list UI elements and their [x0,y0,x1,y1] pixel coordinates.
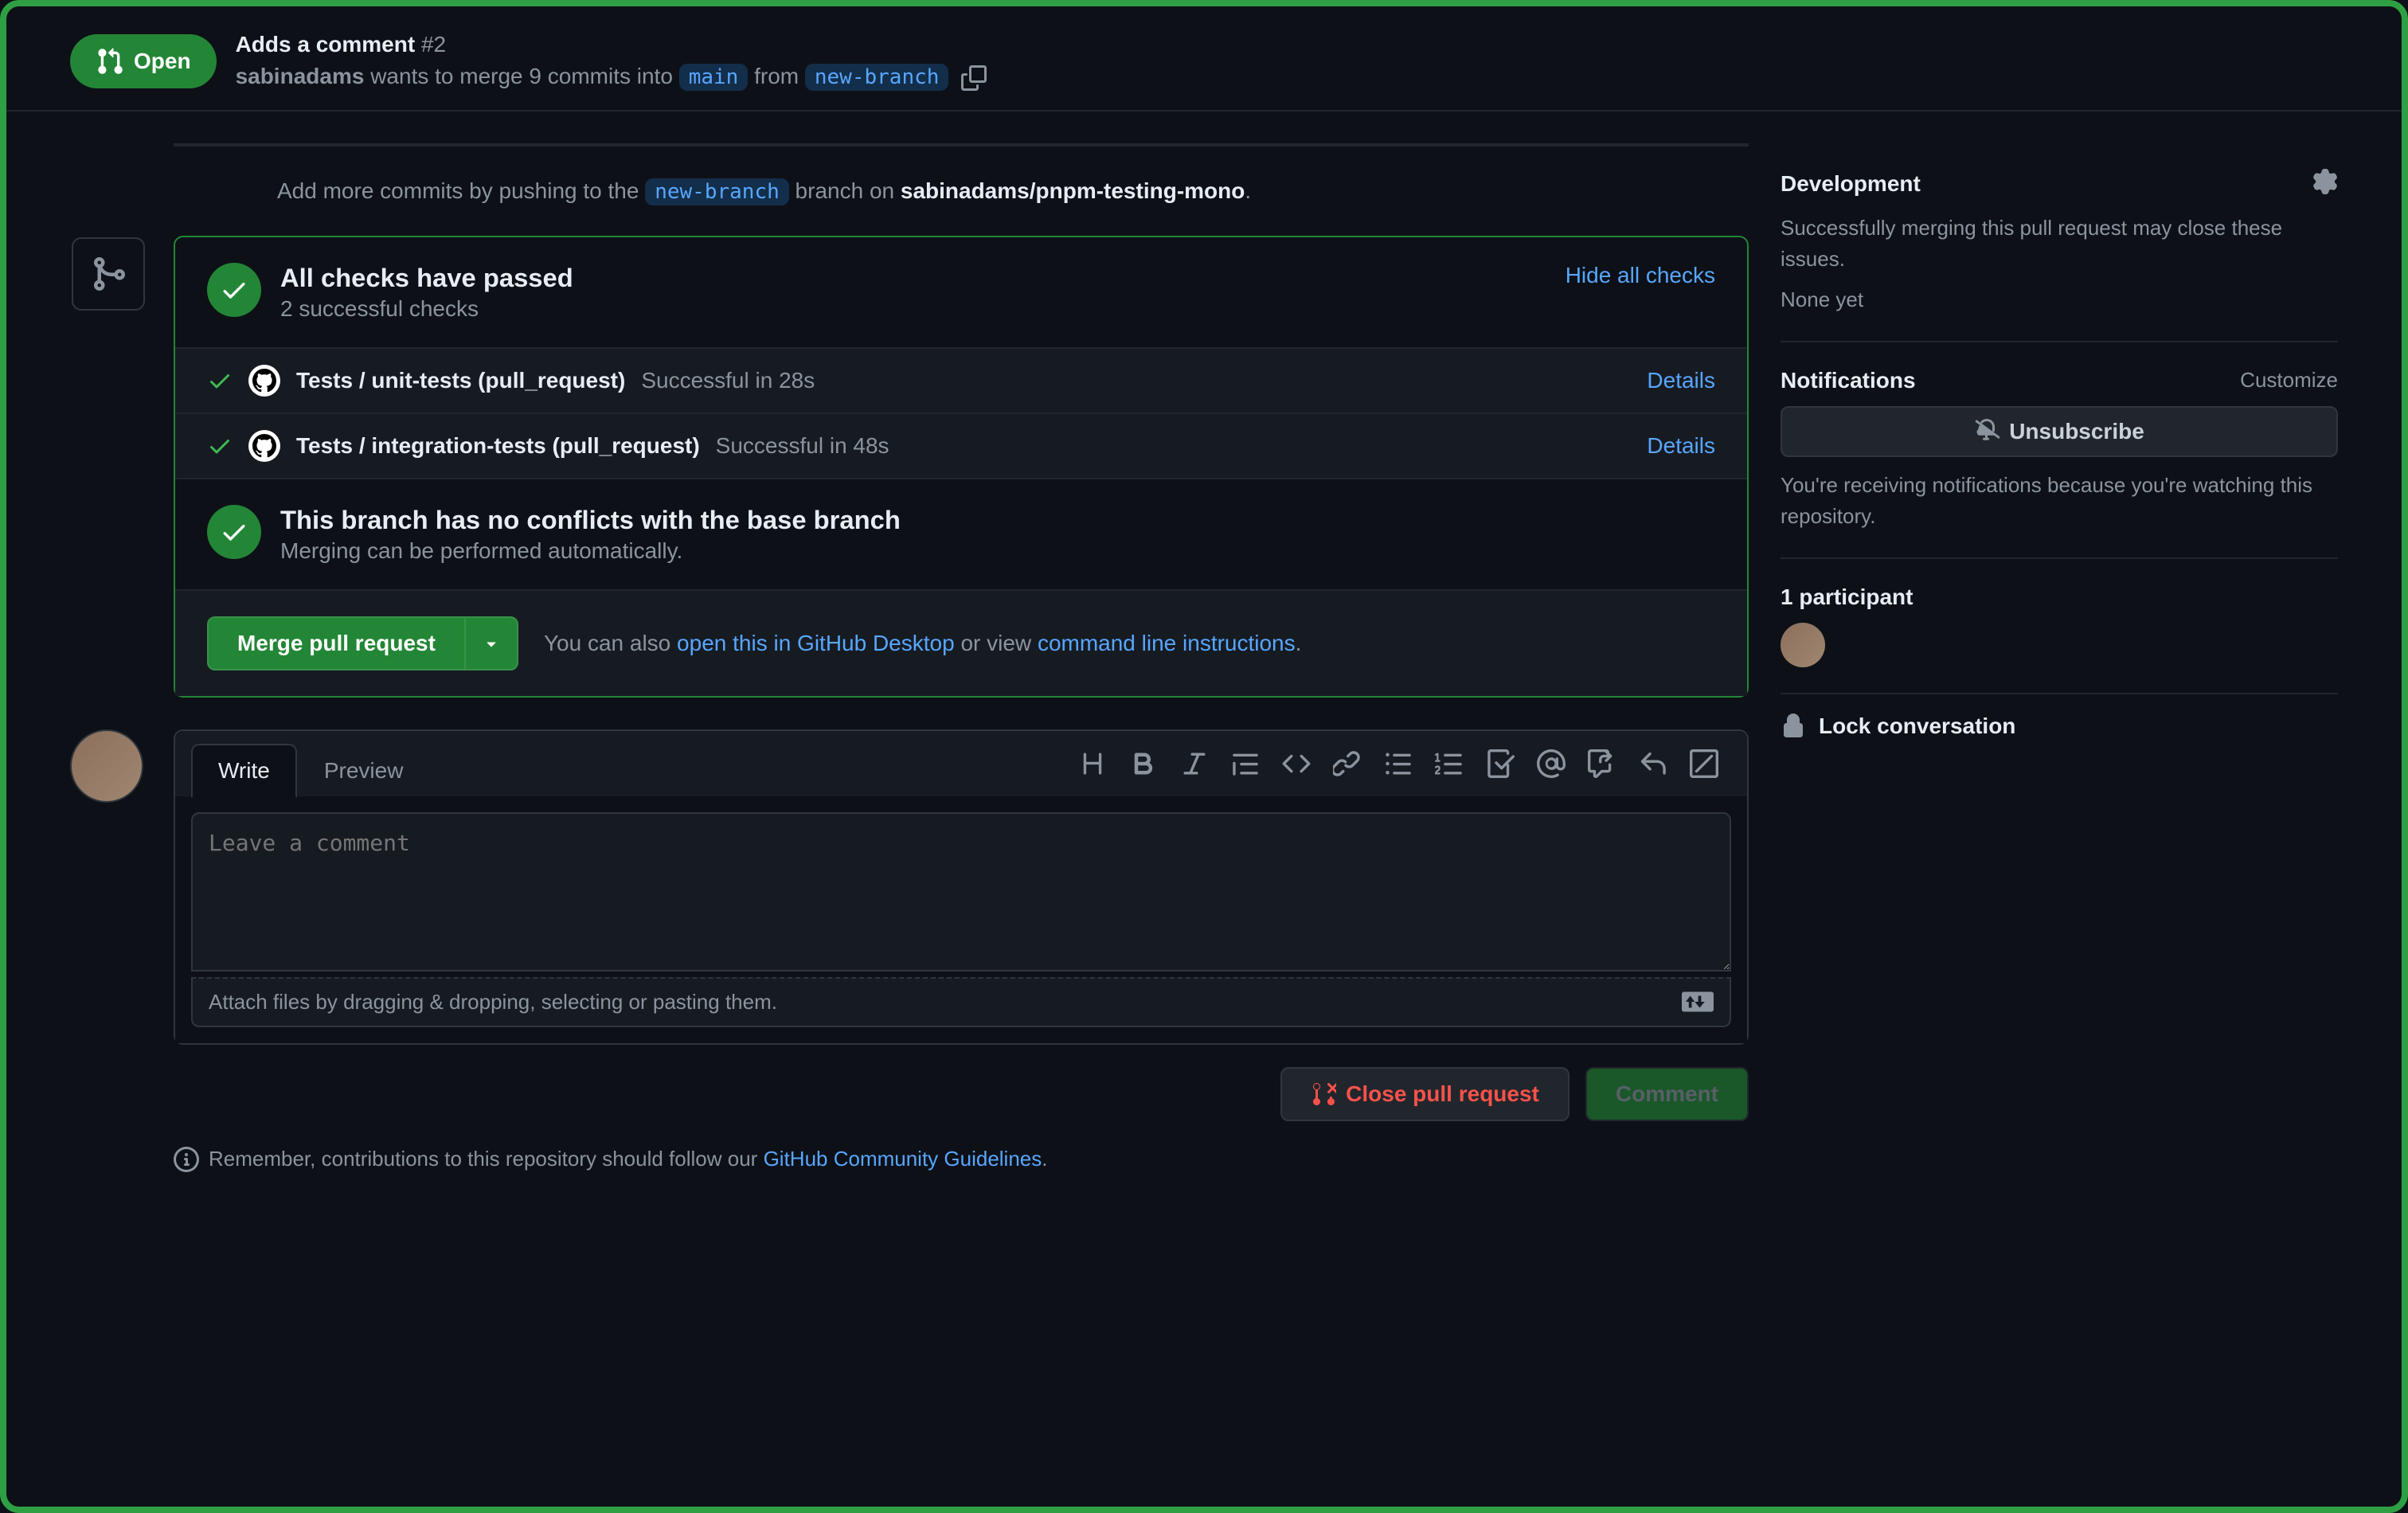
pull-request-closed-icon [1311,1081,1336,1107]
comment-editor: Write Preview [174,729,1749,1045]
bold-icon[interactable] [1129,749,1158,778]
merge-help-text: You can also open this in GitHub Desktop… [544,631,1301,656]
development-settings[interactable] [2312,169,2338,200]
check-icon [207,368,233,393]
pr-number: #2 [421,32,446,57]
customize-link[interactable]: Customize [2240,368,2338,393]
hide-checks-link[interactable]: Hide all checks [1566,263,1715,288]
merge-action-bar: Merge pull request You can also open thi… [175,591,1747,696]
notification-reason: You're receiving notifications because y… [1781,470,2338,532]
diff-icon[interactable] [1690,749,1718,778]
checks-status-icon [207,263,261,317]
head-branch[interactable]: new-branch [805,64,949,91]
close-pr-button[interactable]: Close pull request [1280,1067,1570,1121]
conflicts-subtitle: Merging can be performed automatically. [280,538,901,564]
pr-title-line: Adds a comment #2 [236,32,2338,57]
mention-icon[interactable] [1537,749,1566,778]
unsubscribe-button[interactable]: Unsubscribe [1781,406,2338,457]
commit-hint: Add more commits by pushing to the new-b… [174,143,1749,236]
markdown-icon[interactable] [1682,991,1714,1013]
checks-subtitle: 2 successful checks [280,296,573,322]
check-details-link[interactable]: Details [1647,433,1715,459]
comment-textarea[interactable] [191,812,1731,972]
tasklist-icon[interactable] [1486,749,1515,778]
footer-note: Remember, contributions to this reposito… [70,1121,1749,1172]
state-badge: Open [70,34,217,88]
merge-icon-badge [72,237,145,311]
gear-icon [2312,169,2338,194]
caret-down-icon [482,634,501,653]
check-status: Successful in 48s [716,433,889,459]
sidebar-notifications-title: Notifications [1781,368,1916,393]
guidelines-link[interactable]: GitHub Community Guidelines [764,1147,1042,1171]
user-avatar[interactable] [70,729,143,803]
attach-hint[interactable]: Attach files by dragging & dropping, sel… [191,977,1731,1027]
base-branch[interactable]: main [679,64,749,91]
heading-icon[interactable] [1078,749,1107,778]
hint-branch: new-branch [645,178,789,205]
ordered-list-icon[interactable] [1435,749,1464,778]
checks-title: All checks have passed [280,263,573,293]
check-name: Tests / integration-tests (pull_request) [296,433,700,459]
cli-instructions-link[interactable]: command line instructions [1038,631,1296,655]
github-actions-avatar [248,365,280,397]
pr-meta: sabinadams wants to merge 9 commits into… [236,64,2338,91]
check-icon [207,433,233,459]
pr-header: Open Adds a comment #2 sabinadams wants … [6,6,2402,111]
check-row: Tests / unit-tests (pull_request) Succes… [175,349,1747,414]
check-status: Successful in 28s [641,368,815,393]
development-text: Successfully merging this pull request m… [1781,213,2338,275]
lock-conversation[interactable]: Lock conversation [1781,694,2338,758]
author-link[interactable]: sabinadams [236,64,365,88]
open-desktop-link[interactable]: open this in GitHub Desktop [677,631,955,655]
tab-write[interactable]: Write [191,744,297,798]
copy-icon[interactable] [961,65,987,91]
italic-icon[interactable] [1180,749,1209,778]
participant-avatar[interactable] [1781,623,1825,667]
github-actions-avatar [248,430,280,462]
info-icon [174,1147,199,1172]
check-row: Tests / integration-tests (pull_request)… [175,414,1747,479]
pull-request-icon [96,47,124,76]
state-label: Open [134,49,191,74]
merge-pr-button[interactable]: Merge pull request [207,616,466,670]
quote-icon[interactable] [1231,749,1260,778]
code-icon[interactable] [1282,749,1311,778]
repo-link[interactable]: sabinadams/pnpm-testing-mono [901,178,1245,203]
link-icon[interactable] [1333,749,1362,778]
tab-preview[interactable]: Preview [297,744,431,798]
merge-status-icon [207,505,261,559]
git-merge-icon [89,255,127,293]
sidebar-development-title: Development [1781,171,1921,197]
bell-slash-icon [1974,419,2000,444]
unordered-list-icon[interactable] [1384,749,1413,778]
lock-icon [1781,713,1806,739]
conflicts-title: This branch has no conflicts with the ba… [280,505,901,535]
merge-box: All checks have passed 2 successful chec… [174,236,1749,698]
check-details-link[interactable]: Details [1647,368,1715,393]
check-name: Tests / unit-tests (pull_request) [296,368,625,393]
merge-options-dropdown[interactable] [466,616,518,670]
development-none: None yet [1781,284,2338,315]
reply-icon[interactable] [1639,749,1667,778]
pr-title: Adds a comment [236,32,416,57]
comment-button[interactable]: Comment [1585,1067,1749,1121]
participants-title: 1 participant [1781,584,1913,610]
cross-reference-icon[interactable] [1588,749,1616,778]
